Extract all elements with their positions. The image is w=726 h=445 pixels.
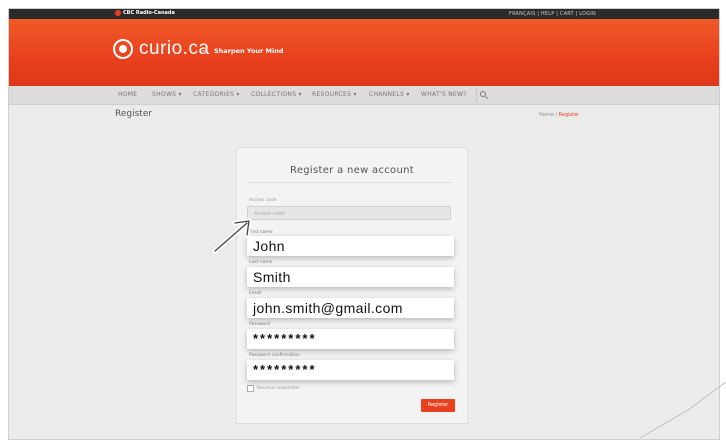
- nav-resources[interactable]: RESOURCES ▾: [312, 91, 357, 98]
- cbc-gem-icon: [115, 10, 121, 16]
- breadcrumb-home[interactable]: Home: [539, 112, 554, 118]
- breadcrumb: Home / Register: [539, 112, 579, 118]
- nav-channels[interactable]: CHANNELS ▾: [369, 91, 410, 98]
- breadcrumb-separator: /: [555, 112, 558, 118]
- nav-collections[interactable]: COLLECTIONS ▾: [251, 91, 302, 98]
- access-code-label: Access code: [249, 198, 277, 203]
- top-utility-bar: CBC Radio-Canada FRANÇAIS | HELP | CART …: [9, 9, 719, 19]
- last-name-label: Last name: [249, 260, 273, 265]
- cbc-brand-text: CBC Radio-Canada: [123, 10, 175, 16]
- password-field[interactable]: *********: [247, 329, 454, 349]
- email-field[interactable]: john.smith@gmail.com: [247, 298, 454, 318]
- nav-shows[interactable]: SHOWS ▾: [152, 91, 182, 98]
- newsletter-checkbox[interactable]: [247, 385, 254, 392]
- email-label: Email: [249, 291, 262, 296]
- nav-categories[interactable]: CATEGORIES ▾: [193, 91, 240, 98]
- logo-separator: >: [201, 45, 209, 55]
- search-icon[interactable]: [476, 88, 489, 102]
- first-name-field[interactable]: John: [247, 236, 454, 256]
- access-code-input[interactable]: Access code: [247, 206, 451, 220]
- arrow-pointer-icon: [212, 218, 252, 254]
- register-button[interactable]: Register: [421, 399, 455, 412]
- page-title: Register: [115, 109, 153, 119]
- utility-links[interactable]: FRANÇAIS | HELP | CART | LOGIN: [509, 11, 596, 17]
- nav-whats-new[interactable]: WHAT'S NEW?: [421, 91, 467, 98]
- main-nav: HOME SHOWS ▾ CATEGORIES ▾ COLLECTIONS ▾ …: [9, 86, 719, 105]
- site-header: curio.ca > Sharpen Your Mind: [9, 19, 719, 86]
- password-confirm-field[interactable]: *********: [247, 360, 454, 380]
- register-form-card: Register a new account Access code Acces…: [236, 147, 468, 424]
- nav-home[interactable]: HOME: [118, 91, 137, 98]
- cbc-logo[interactable]: CBC Radio-Canada: [115, 10, 175, 16]
- decorative-line: [640, 381, 726, 439]
- tagline: Sharpen Your Mind: [214, 47, 284, 55]
- breadcrumb-current: Register: [558, 112, 580, 118]
- browser-viewport: CBC Radio-Canada FRANÇAIS | HELP | CART …: [8, 8, 720, 440]
- last-name-field[interactable]: Smith: [247, 267, 454, 287]
- form-divider: [247, 182, 453, 183]
- curio-logo[interactable]: curio.ca: [139, 38, 210, 60]
- form-title: Register a new account: [290, 165, 414, 176]
- curio-logo-icon[interactable]: [113, 39, 133, 59]
- password-label: Password: [249, 322, 271, 327]
- newsletter-label: Receive newsletter: [257, 386, 300, 391]
- newsletter-option[interactable]: Receive newsletter: [247, 385, 300, 392]
- password-confirm-label: Password confirmation: [249, 353, 300, 358]
